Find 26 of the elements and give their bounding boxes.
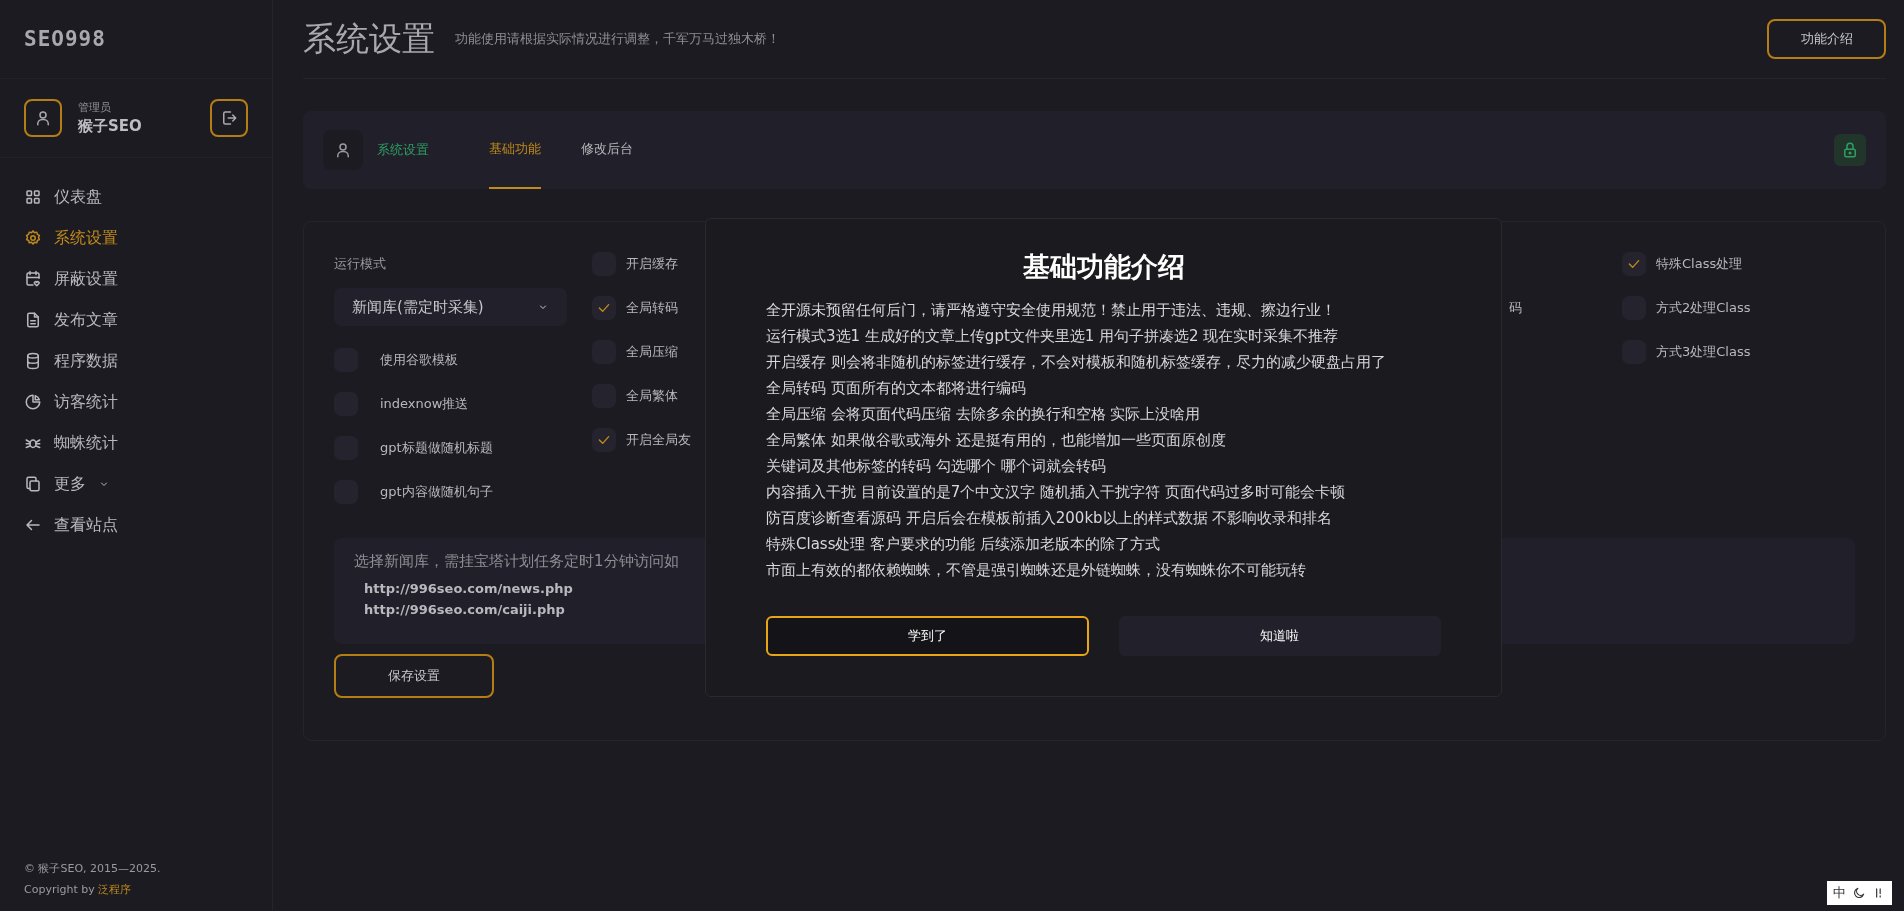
url-text: http://996seo.com/news.php (363, 581, 573, 596)
modal-text: 全局压缩 会将页面代码压缩 去除多余的换行和空格 实际上没啥用 (766, 404, 1201, 425)
modal-text: 关键词及其他标签的转码 勾选哪个 哪个词就会转码 (766, 456, 1106, 477)
info-text: 选择新闻库，需挂宝塔计划任务定时1分钟访问如 (354, 552, 679, 571)
url-text: http://996seo.com/caiji.php (363, 602, 565, 617)
modal-text: 全局转码 页面所有的文本都将进行编码 (766, 378, 1026, 399)
copyright-text: © 猴子SEO, 2015—2025. (24, 861, 162, 876)
logo: SEO998 (24, 27, 106, 51)
checkbox-label: 码 (1509, 299, 1522, 317)
modal-text: 特殊Class处理 客户要求的功能 后续添加老版本的除了方式 (766, 534, 1160, 555)
page-subtitle: 功能使用请根据实际情况进行调整，千军万马过独木桥！ (455, 30, 781, 48)
modal-text: 内容插入干扰 目前设置的是7个中文汉字 随机插入干扰字符 页面代码过多时可能会卡顿 (766, 482, 1345, 503)
modal-text: 运行模式3选1 生成好的文章上传gpt文件夹里选1 用句子拼凑选2 现在实时采集不推荐 (766, 326, 1339, 347)
ime-mode: 中 (1833, 884, 1846, 902)
modal-text: 防百度诊断查看源码 开启后会在模板前插入200kb以上的样式数据 不影响收录和排名 (766, 508, 1333, 529)
modal-title: 基础功能介绍 (1022, 250, 1185, 284)
user-name: 猴子SEO (78, 117, 143, 136)
user-role: 管理员 (78, 100, 112, 115)
modal-text: 全开源未预留任何后门，请严格遵守安全使用规范！禁止用于违法、违规、擦边行业！ (766, 300, 1336, 321)
modal-text: 全局繁体 如果做谷歌或海外 还是挺有用的，也能增加一些页面原创度 (766, 430, 1226, 451)
credit-text: Copyright by 泛程序 (24, 882, 133, 897)
page-title: 系统设置 (303, 17, 435, 60)
field-label: 运行模式 (334, 255, 387, 273)
modal-text: 开启缓存 则会将非随机的标签进行缓存，不会对模板和随机标签缓存，尽力的减少硬盘占用了 (766, 352, 1386, 373)
section-label: 系统设置 (377, 141, 429, 159)
modal-text: 市面上有效的都依赖蜘蛛，不管是强引蜘蛛还是外链蜘蛛，没有蜘蛛你不可能玩转 (766, 560, 1306, 581)
